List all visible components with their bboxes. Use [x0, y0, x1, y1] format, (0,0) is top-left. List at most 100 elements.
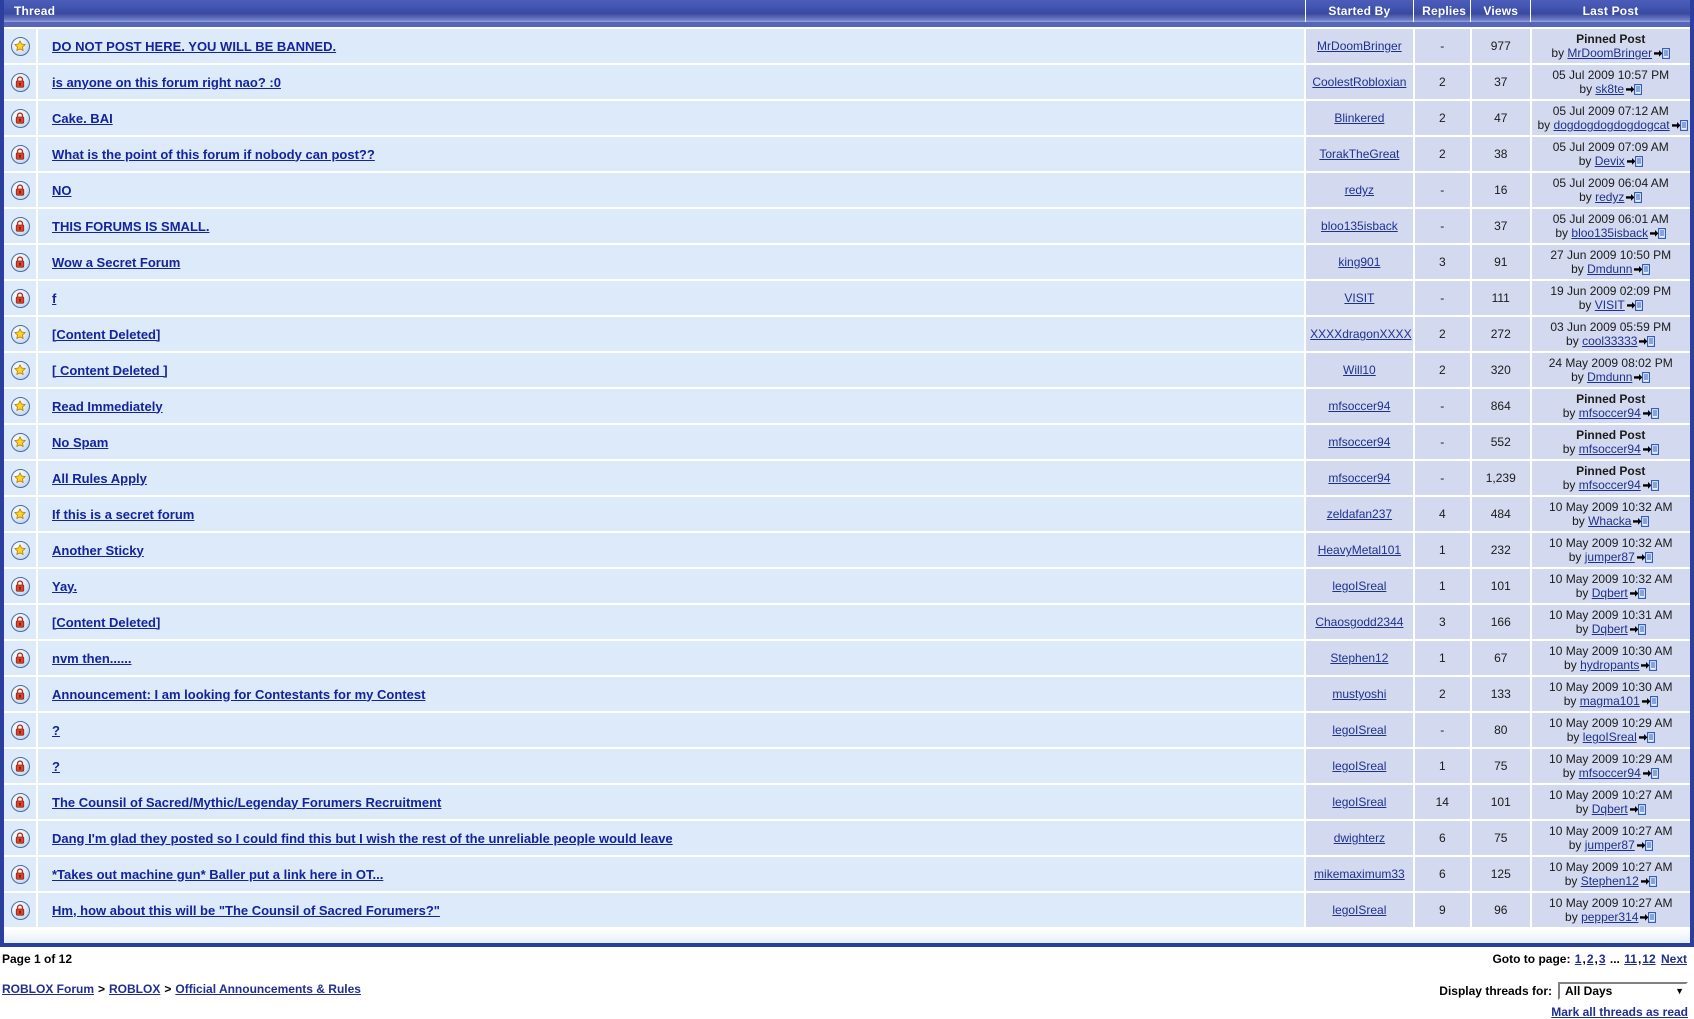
last-post-author-link[interactable]: Dqbert — [1592, 802, 1628, 816]
last-post-author-link[interactable]: pepper314 — [1581, 910, 1638, 924]
goto-last-post-icon[interactable] — [1643, 408, 1659, 419]
started-by-link[interactable]: mfsoccer94 — [1328, 471, 1390, 485]
breadcrumb-item-1[interactable]: ROBLOX — [109, 982, 160, 996]
started-by-link[interactable]: legoISreal — [1332, 579, 1386, 593]
started-by-link[interactable]: mustyoshi — [1332, 687, 1386, 701]
goto-last-post-icon[interactable] — [1626, 84, 1642, 95]
page-link-3[interactable]: 3 — [1599, 952, 1606, 966]
goto-last-post-icon[interactable] — [1643, 444, 1659, 455]
last-post-author-link[interactable]: legoISreal — [1583, 730, 1637, 744]
thread-title-link[interactable]: *Takes out machine gun* Baller put a lin… — [52, 867, 383, 882]
last-post-author-link[interactable]: magma101 — [1580, 694, 1640, 708]
started-by-link[interactable]: Blinkered — [1334, 111, 1384, 125]
started-by-link[interactable]: VISIT — [1344, 291, 1374, 305]
thread-title-link[interactable]: Hm, how about this will be "The Counsil … — [52, 903, 440, 918]
page-link-11[interactable]: 11 — [1624, 952, 1637, 966]
goto-last-post-icon[interactable] — [1627, 156, 1643, 167]
last-post-author-link[interactable]: VISIT — [1595, 298, 1625, 312]
started-by-link[interactable]: HeavyMetal101 — [1318, 543, 1401, 557]
started-by-link[interactable]: legoISreal — [1332, 759, 1386, 773]
column-header-thread[interactable]: Thread — [4, 0, 1305, 22]
thread-title-link[interactable]: If this is a secret forum — [52, 507, 194, 522]
goto-last-post-icon[interactable] — [1630, 804, 1646, 815]
goto-last-post-icon[interactable] — [1637, 552, 1653, 563]
last-post-author-link[interactable]: Devix — [1595, 154, 1625, 168]
started-by-link[interactable]: legoISreal — [1332, 723, 1386, 737]
column-header-replies[interactable]: Replies — [1414, 0, 1471, 22]
page-link-1[interactable]: 1 — [1575, 952, 1582, 966]
display-threads-select[interactable]: All Days ▼ — [1558, 982, 1688, 1000]
thread-title-link[interactable]: No Spam — [52, 435, 108, 450]
goto-last-post-icon[interactable] — [1641, 876, 1657, 887]
last-post-author-link[interactable]: mfsoccer94 — [1579, 442, 1641, 456]
last-post-author-link[interactable]: jumper87 — [1585, 550, 1635, 564]
started-by-link[interactable]: mikemaximum33 — [1314, 867, 1405, 881]
last-post-author-link[interactable]: bloo135isback — [1571, 226, 1648, 240]
goto-last-post-icon[interactable] — [1637, 840, 1653, 851]
goto-last-post-icon[interactable] — [1643, 768, 1659, 779]
goto-last-post-icon[interactable] — [1642, 696, 1658, 707]
started-by-link[interactable]: TorakTheGreat — [1319, 147, 1399, 161]
last-post-author-link[interactable]: cool33333 — [1582, 334, 1637, 348]
last-post-author-link[interactable]: Dqbert — [1592, 586, 1628, 600]
thread-title-link[interactable]: Cake. BAI — [52, 111, 113, 126]
started-by-link[interactable]: zeldafan237 — [1327, 507, 1392, 521]
goto-last-post-icon[interactable] — [1672, 120, 1688, 131]
started-by-link[interactable]: legoISreal — [1332, 903, 1386, 917]
thread-title-link[interactable]: Read Immediately — [52, 399, 163, 414]
goto-last-post-icon[interactable] — [1633, 516, 1649, 527]
started-by-link[interactable]: bloo135isback — [1321, 219, 1398, 233]
goto-last-post-icon[interactable] — [1639, 732, 1655, 743]
goto-last-post-icon[interactable] — [1630, 624, 1646, 635]
column-header-views[interactable]: Views — [1471, 0, 1531, 22]
thread-title-link[interactable]: NO — [52, 183, 72, 198]
last-post-author-link[interactable]: Dmdunn — [1587, 262, 1632, 276]
goto-last-post-icon[interactable] — [1627, 300, 1643, 311]
last-post-author-link[interactable]: mfsoccer94 — [1579, 766, 1641, 780]
started-by-link[interactable]: king901 — [1338, 255, 1380, 269]
started-by-link[interactable]: dwighterz — [1334, 831, 1385, 845]
last-post-author-link[interactable]: mfsoccer94 — [1579, 478, 1641, 492]
last-post-author-link[interactable]: Stephen12 — [1581, 874, 1639, 888]
last-post-author-link[interactable]: redyz — [1595, 190, 1624, 204]
started-by-link[interactable]: Chaosgodd2344 — [1315, 615, 1403, 629]
started-by-link[interactable]: XXXXdragonXXXX — [1310, 327, 1411, 341]
goto-last-post-icon[interactable] — [1639, 336, 1655, 347]
thread-title-link[interactable]: Wow a Secret Forum — [52, 255, 180, 270]
goto-last-post-icon[interactable] — [1641, 660, 1657, 671]
last-post-author-link[interactable]: Dmdunn — [1587, 370, 1632, 384]
goto-last-post-icon[interactable] — [1654, 48, 1670, 59]
thread-title-link[interactable]: ? — [52, 759, 60, 774]
thread-title-link[interactable]: What is the point of this forum if nobod… — [52, 147, 375, 162]
thread-title-link[interactable]: Announcement: I am looking for Contestan… — [52, 687, 425, 702]
started-by-link[interactable]: Will10 — [1343, 363, 1376, 377]
next-page-link[interactable]: Next — [1661, 952, 1687, 966]
last-post-author-link[interactable]: Whacka — [1588, 514, 1631, 528]
started-by-link[interactable]: mfsoccer94 — [1328, 435, 1390, 449]
started-by-link[interactable]: CoolestRobloxian — [1312, 75, 1406, 89]
thread-title-link[interactable]: f — [52, 291, 56, 306]
thread-title-link[interactable]: ? — [52, 723, 60, 738]
started-by-link[interactable]: legoISreal — [1332, 795, 1386, 809]
thread-title-link[interactable]: THIS FORUMS IS SMALL. — [52, 219, 209, 234]
goto-last-post-icon[interactable] — [1650, 228, 1666, 239]
last-post-author-link[interactable]: MrDoomBringer — [1567, 46, 1652, 60]
last-post-author-link[interactable]: hydropants — [1580, 658, 1639, 672]
mark-all-threads-read-link[interactable]: Mark all threads as read — [1439, 1005, 1688, 1019]
column-header-last-post[interactable]: Last Post — [1531, 0, 1691, 22]
goto-last-post-icon[interactable] — [1643, 480, 1659, 491]
thread-title-link[interactable]: [Content Deleted] — [52, 615, 160, 630]
page-link-12[interactable]: 12 — [1642, 952, 1655, 966]
thread-title-link[interactable]: [ Content Deleted ] — [52, 363, 168, 378]
last-post-author-link[interactable]: jumper87 — [1585, 838, 1635, 852]
thread-title-link[interactable]: Yay. — [52, 579, 77, 594]
started-by-link[interactable]: MrDoomBringer — [1317, 39, 1402, 53]
thread-title-link[interactable]: All Rules Apply — [52, 471, 147, 486]
breadcrumb-item-0[interactable]: ROBLOX Forum — [2, 982, 94, 996]
goto-last-post-icon[interactable] — [1634, 264, 1650, 275]
started-by-link[interactable]: redyz — [1345, 183, 1374, 197]
thread-title-link[interactable]: The Counsil of Sacred/Mythic/Legenday Fo… — [52, 795, 441, 810]
started-by-link[interactable]: Stephen12 — [1330, 651, 1388, 665]
thread-title-link[interactable]: nvm then...... — [52, 651, 131, 666]
last-post-author-link[interactable]: Dqbert — [1592, 622, 1628, 636]
